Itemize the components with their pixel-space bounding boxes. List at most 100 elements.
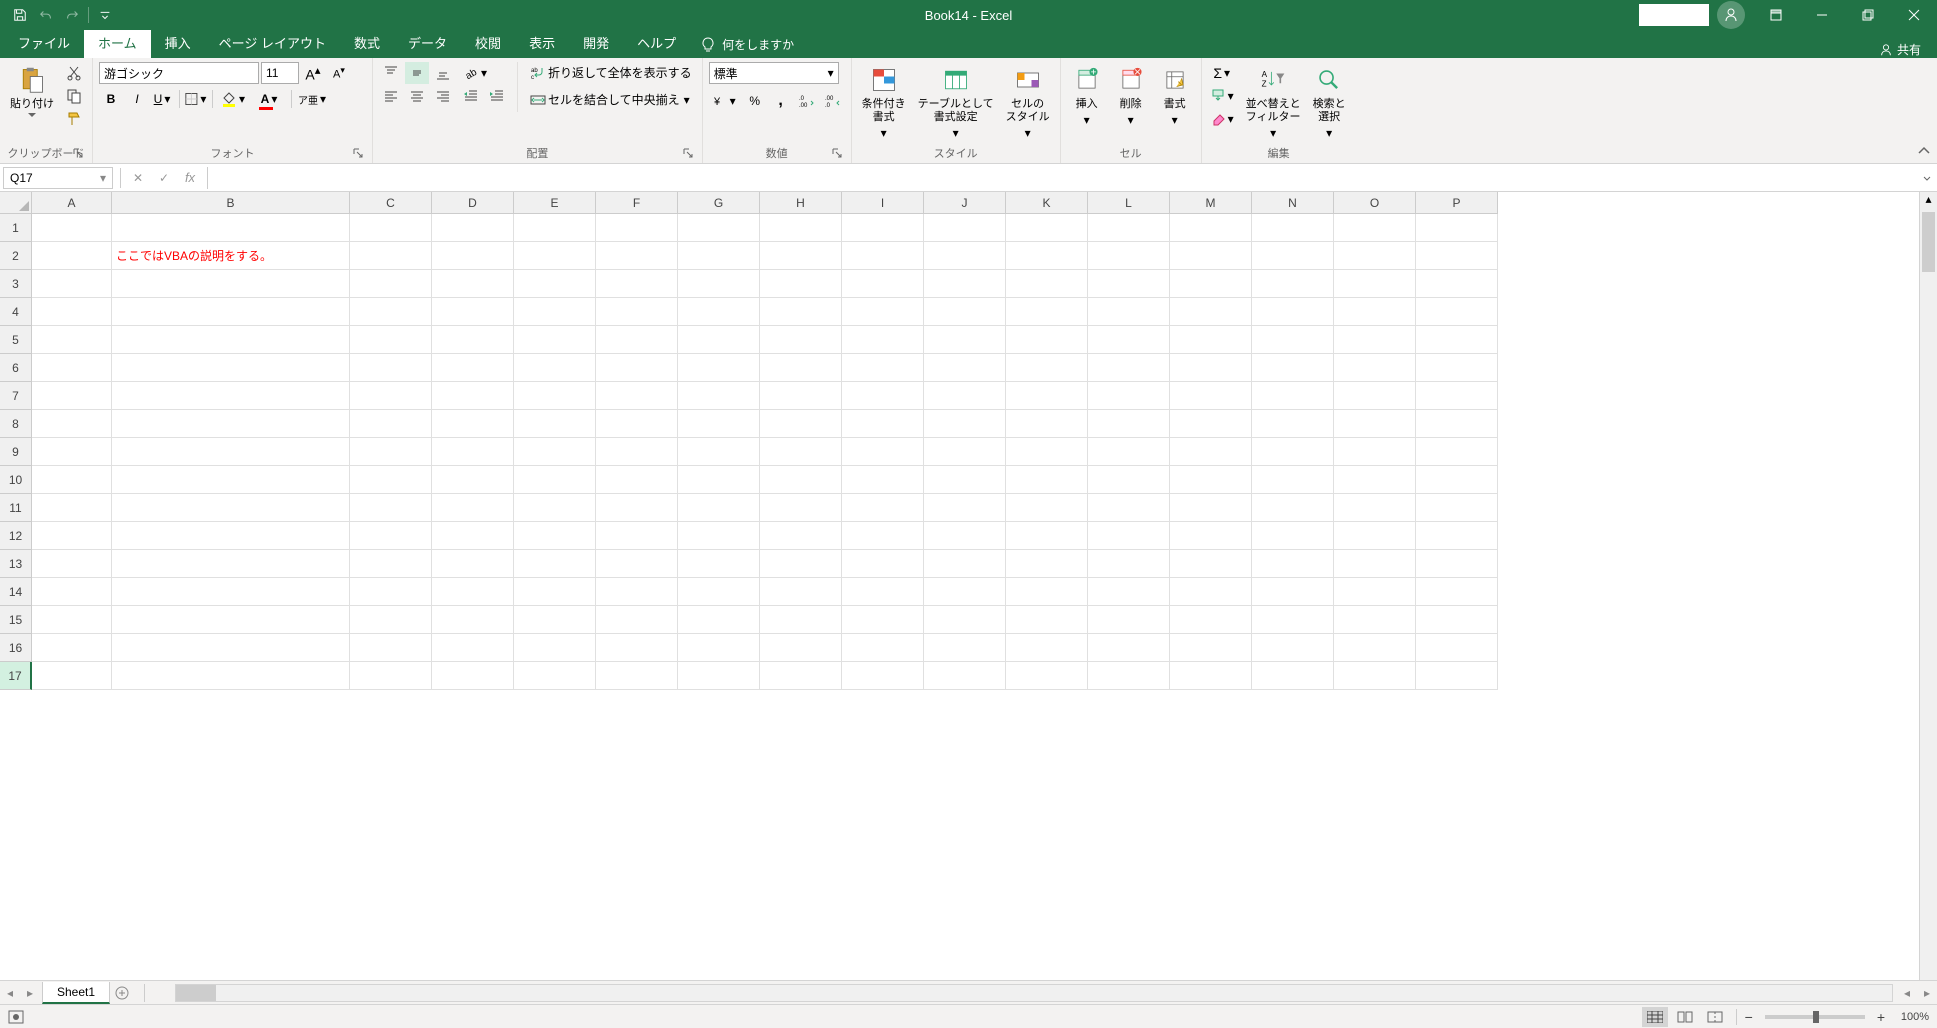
cell[interactable]: [1334, 354, 1416, 382]
cell[interactable]: [1170, 326, 1252, 354]
column-header[interactable]: E: [514, 192, 596, 214]
cell[interactable]: [1170, 438, 1252, 466]
row-header[interactable]: 12: [0, 522, 32, 550]
cell[interactable]: [842, 326, 924, 354]
sheet-tab[interactable]: Sheet1: [42, 982, 110, 1004]
cell[interactable]: [924, 410, 1006, 438]
cell[interactable]: [1088, 298, 1170, 326]
cell[interactable]: [350, 522, 432, 550]
cell[interactable]: [432, 354, 514, 382]
cell[interactable]: [924, 578, 1006, 606]
hscroll-left-icon[interactable]: ◂: [1897, 982, 1917, 1004]
cell[interactable]: [432, 326, 514, 354]
cell[interactable]: [350, 326, 432, 354]
cell[interactable]: [1170, 466, 1252, 494]
cell[interactable]: ここではVBAの説明をする。: [112, 242, 350, 270]
cell[interactable]: [1416, 662, 1498, 690]
cell[interactable]: [1252, 242, 1334, 270]
cell[interactable]: [1252, 270, 1334, 298]
cell[interactable]: [432, 578, 514, 606]
cell[interactable]: [1334, 270, 1416, 298]
cell[interactable]: [350, 382, 432, 410]
cell[interactable]: [1170, 382, 1252, 410]
cell[interactable]: [32, 634, 112, 662]
cell[interactable]: [1416, 214, 1498, 242]
cell[interactable]: [1088, 382, 1170, 410]
cell[interactable]: [678, 270, 760, 298]
accounting-format-button[interactable]: ¥▾: [709, 90, 741, 112]
cell[interactable]: [112, 522, 350, 550]
cell[interactable]: [760, 382, 842, 410]
clear-button[interactable]: ▾: [1208, 108, 1238, 130]
sheet-nav-next-icon[interactable]: ▸: [20, 982, 40, 1004]
row-header[interactable]: 15: [0, 606, 32, 634]
fill-button[interactable]: ▾: [1208, 85, 1238, 107]
user-avatar-icon[interactable]: [1717, 1, 1745, 29]
page-layout-view-button[interactable]: [1672, 1007, 1698, 1027]
number-format-combo[interactable]: 標準▾: [709, 62, 839, 84]
tab-view[interactable]: 表示: [515, 28, 569, 58]
cell[interactable]: [1252, 494, 1334, 522]
cell[interactable]: [1088, 354, 1170, 382]
column-header[interactable]: N: [1252, 192, 1334, 214]
insert-function-button[interactable]: fx: [177, 167, 203, 189]
cell[interactable]: [514, 466, 596, 494]
cell[interactable]: [1170, 410, 1252, 438]
cell[interactable]: [1170, 214, 1252, 242]
cell[interactable]: [1252, 298, 1334, 326]
cell[interactable]: [432, 242, 514, 270]
align-center-button[interactable]: [405, 85, 429, 107]
bold-button[interactable]: B: [99, 88, 123, 110]
cell[interactable]: [924, 438, 1006, 466]
qat-customize-icon[interactable]: [93, 3, 117, 27]
cell[interactable]: [1006, 606, 1088, 634]
cell[interactable]: [1416, 466, 1498, 494]
cell[interactable]: [32, 466, 112, 494]
cell[interactable]: [1170, 634, 1252, 662]
cell[interactable]: [32, 606, 112, 634]
cell[interactable]: [760, 522, 842, 550]
cell[interactable]: [1252, 466, 1334, 494]
align-middle-button[interactable]: [405, 62, 429, 84]
cell[interactable]: [924, 466, 1006, 494]
cells-area[interactable]: ここではVBAの説明をする。: [32, 214, 1919, 980]
cell[interactable]: [1088, 270, 1170, 298]
column-header[interactable]: D: [432, 192, 514, 214]
cell[interactable]: [678, 326, 760, 354]
cell[interactable]: [842, 634, 924, 662]
cell[interactable]: [350, 662, 432, 690]
decrease-indent-button[interactable]: [459, 85, 483, 107]
cell[interactable]: [760, 634, 842, 662]
decrease-decimal-button[interactable]: .00.0: [821, 90, 845, 112]
cell[interactable]: [432, 522, 514, 550]
cell[interactable]: [1252, 634, 1334, 662]
cell[interactable]: [350, 214, 432, 242]
cell[interactable]: [432, 662, 514, 690]
cell[interactable]: [1334, 662, 1416, 690]
horizontal-scrollbar[interactable]: [175, 984, 1893, 1002]
cell[interactable]: [1416, 410, 1498, 438]
cell[interactable]: [1252, 410, 1334, 438]
cell[interactable]: [842, 354, 924, 382]
cell[interactable]: [596, 298, 678, 326]
select-all-corner[interactable]: [0, 192, 32, 214]
cell[interactable]: [924, 298, 1006, 326]
cell[interactable]: [596, 410, 678, 438]
cell[interactable]: [760, 326, 842, 354]
cell[interactable]: [112, 550, 350, 578]
cell[interactable]: [1416, 438, 1498, 466]
cell[interactable]: [1416, 578, 1498, 606]
collapse-ribbon-icon[interactable]: [1917, 145, 1931, 159]
cell[interactable]: [1170, 242, 1252, 270]
cell[interactable]: [514, 494, 596, 522]
record-macro-icon[interactable]: [8, 1010, 24, 1024]
cell[interactable]: [1170, 298, 1252, 326]
cell[interactable]: [1170, 662, 1252, 690]
underline-button[interactable]: U▾: [151, 88, 175, 110]
cell[interactable]: [924, 494, 1006, 522]
cell[interactable]: [678, 410, 760, 438]
find-select-button[interactable]: 検索と 選択▾: [1309, 62, 1350, 142]
font-color-button[interactable]: A▾: [253, 88, 287, 110]
cell[interactable]: [1416, 550, 1498, 578]
cell[interactable]: [760, 606, 842, 634]
